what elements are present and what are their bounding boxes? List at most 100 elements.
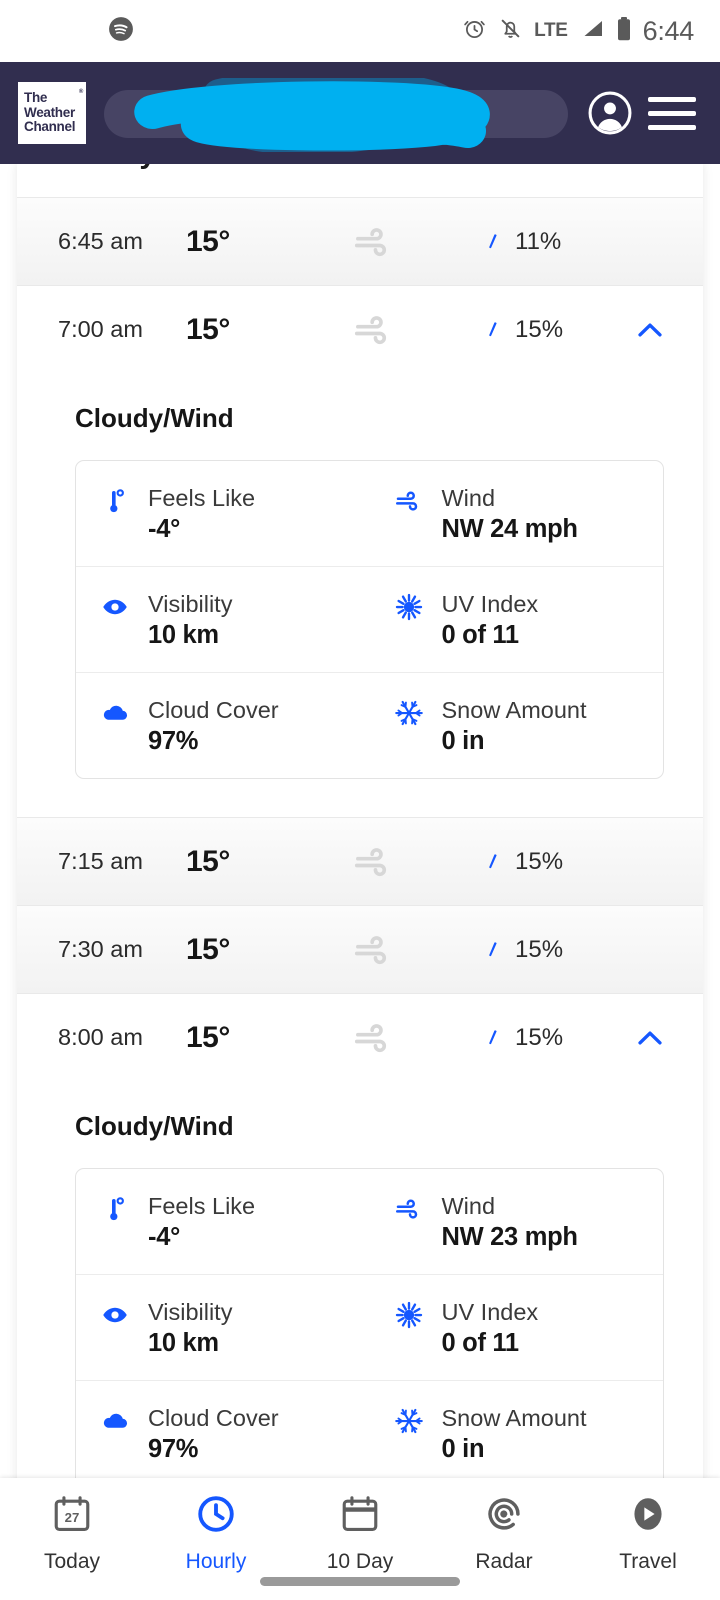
home-indicator — [260, 1577, 460, 1586]
nav-label-travel: Travel — [619, 1550, 677, 1573]
detail-label: Cloud Cover — [148, 1405, 279, 1431]
wind-icon — [354, 227, 387, 256]
raindrop-icon — [489, 321, 497, 336]
hour-condition-icon-wrap — [336, 1016, 456, 1060]
detail-item: Visibility 10 km — [76, 567, 370, 672]
logo-trademark: ® — [78, 89, 83, 95]
clock-icon — [194, 1492, 238, 1541]
hour-time: 8:00 am — [58, 1024, 143, 1050]
notifications-silenced-icon — [498, 16, 523, 46]
spotify-icon — [108, 16, 134, 47]
account-circle-icon — [588, 91, 632, 135]
detail-condition-title: Cloudy/Wind — [75, 1111, 234, 1141]
nav-item-travel[interactable]: Travel — [576, 1492, 720, 1574]
hamburger-menu-button[interactable] — [642, 85, 702, 141]
nav-item-hourly[interactable]: Hourly — [144, 1492, 288, 1574]
sun-icon — [395, 1301, 422, 1329]
hour-precip-value: 15% — [515, 1023, 564, 1051]
snowflake-icon — [394, 1408, 423, 1434]
hour-temperature: 15° — [186, 312, 230, 346]
wind-icon — [354, 1023, 387, 1052]
detail-value: 0 in — [441, 1435, 485, 1463]
cloud-icon — [103, 1413, 128, 1428]
detail-row: Visibility 10 km UV Index 0 of 11 — [76, 1274, 663, 1380]
detail-label: Visibility — [148, 591, 233, 617]
hamburger-menu-icon — [648, 96, 696, 102]
wind-icon — [354, 315, 387, 344]
detail-icon-wrap — [98, 1403, 132, 1436]
detail-item: Snow Amount 0 in — [370, 673, 664, 778]
hamburger-menu-icon-bar — [648, 124, 696, 130]
detail-item: Snow Amount 0 in — [370, 1381, 664, 1478]
svg-text:27: 27 — [65, 1510, 80, 1525]
detail-value: NW 23 mph — [441, 1223, 578, 1251]
nav-item-today[interactable]: 27 Today — [0, 1492, 144, 1574]
sun-icon — [395, 593, 422, 621]
hour-condition-icon-wrap — [336, 220, 456, 264]
detail-label: Visibility — [148, 1299, 233, 1325]
thermometer-icon — [110, 489, 124, 513]
calendar-27-icon: 27 — [50, 1492, 94, 1541]
detail-item: Visibility 10 km — [76, 1275, 370, 1380]
detail-label: Wind — [441, 485, 496, 511]
hour-row[interactable]: 8:00 am 15° 15% — [17, 993, 703, 1081]
detail-row: Feels Like -4° Wind NW 24 mph — [76, 461, 663, 566]
detail-item: Cloud Cover 97% — [76, 673, 370, 778]
clipped-section-heading: Today — [17, 164, 703, 197]
thermometer-icon — [110, 1197, 124, 1221]
hour-row[interactable]: 7:00 am 15° 15% — [17, 285, 703, 373]
app-header: ® The Weather Channel — [0, 62, 720, 164]
detail-icon-wrap — [98, 589, 132, 622]
hour-row[interactable]: 6:45 am 15° 11% — [17, 197, 703, 285]
raindrop-icon — [489, 853, 497, 868]
location-search-input[interactable] — [104, 90, 568, 138]
hour-precip-value: 15% — [515, 315, 564, 343]
account-button[interactable] — [582, 85, 638, 141]
eye-icon — [103, 1307, 127, 1323]
hour-temperature: 15° — [186, 224, 230, 258]
hour-expand-toggle[interactable] — [620, 313, 680, 347]
detail-value: 97% — [148, 1435, 199, 1463]
hour-row[interactable]: 7:15 am 15° 15% — [17, 817, 703, 905]
hour-time: 6:45 am — [58, 228, 143, 254]
detail-row: Feels Like -4° Wind NW 23 mph — [76, 1169, 663, 1274]
hour-expand-toggle[interactable] — [620, 1021, 680, 1055]
status-bar: LTE 6:44 — [0, 0, 720, 62]
hour-condition-icon-wrap — [336, 308, 456, 352]
detail-card: Feels Like -4° Wind NW 24 mph Visibility… — [75, 460, 664, 779]
hour-detail-block: Cloudy/Wind Feels Like -4° Wi — [17, 373, 703, 779]
wind-icon — [395, 1199, 417, 1219]
travel-play-icon — [626, 1492, 670, 1541]
hour-precipitation: 15% — [456, 848, 620, 876]
nav-item-10-day[interactable]: 10 Day — [288, 1492, 432, 1574]
detail-value: 97% — [148, 727, 199, 755]
detail-label: Snow Amount — [441, 1405, 587, 1431]
radar-icon — [482, 1492, 526, 1541]
detail-label: Wind — [441, 1193, 496, 1219]
wind-icon — [354, 935, 387, 964]
detail-item: Wind NW 23 mph — [370, 1169, 664, 1274]
hour-precip-value: 15% — [515, 935, 564, 963]
detail-icon-wrap — [98, 1297, 132, 1330]
detail-row: Cloud Cover 97% Snow Amount 0 in — [76, 1380, 663, 1478]
raindrop-icon — [489, 941, 497, 956]
hour-row[interactable]: 7:30 am 15° 15% — [17, 905, 703, 993]
cloud-icon — [103, 705, 128, 720]
logo-line-3: Channel — [24, 119, 76, 135]
detail-value: 0 in — [441, 727, 485, 755]
nav-item-radar[interactable]: Radar — [432, 1492, 576, 1574]
hamburger-menu-icon-bar — [648, 110, 696, 116]
hourly-forecast-scroll[interactable]: Today 6:45 am 15° 11% 7:00 am 15° 15% — [0, 164, 720, 1478]
battery-icon — [616, 16, 632, 47]
raindrop-icon — [489, 233, 497, 248]
wind-icon — [395, 491, 417, 511]
nav-label-radar: Radar — [475, 1550, 533, 1573]
status-bar-time: 6:44 — [642, 15, 695, 46]
detail-icon-wrap — [98, 1191, 132, 1224]
detail-value: 0 of 11 — [441, 621, 520, 649]
hour-detail-block: Cloudy/Wind Feels Like -4° Wi — [17, 1081, 703, 1478]
hour-temperature: 15° — [186, 1020, 230, 1054]
detail-card: Feels Like -4° Wind NW 23 mph Visibility… — [75, 1168, 664, 1478]
detail-icon-wrap — [392, 1191, 426, 1224]
detail-item: Cloud Cover 97% — [76, 1381, 370, 1478]
